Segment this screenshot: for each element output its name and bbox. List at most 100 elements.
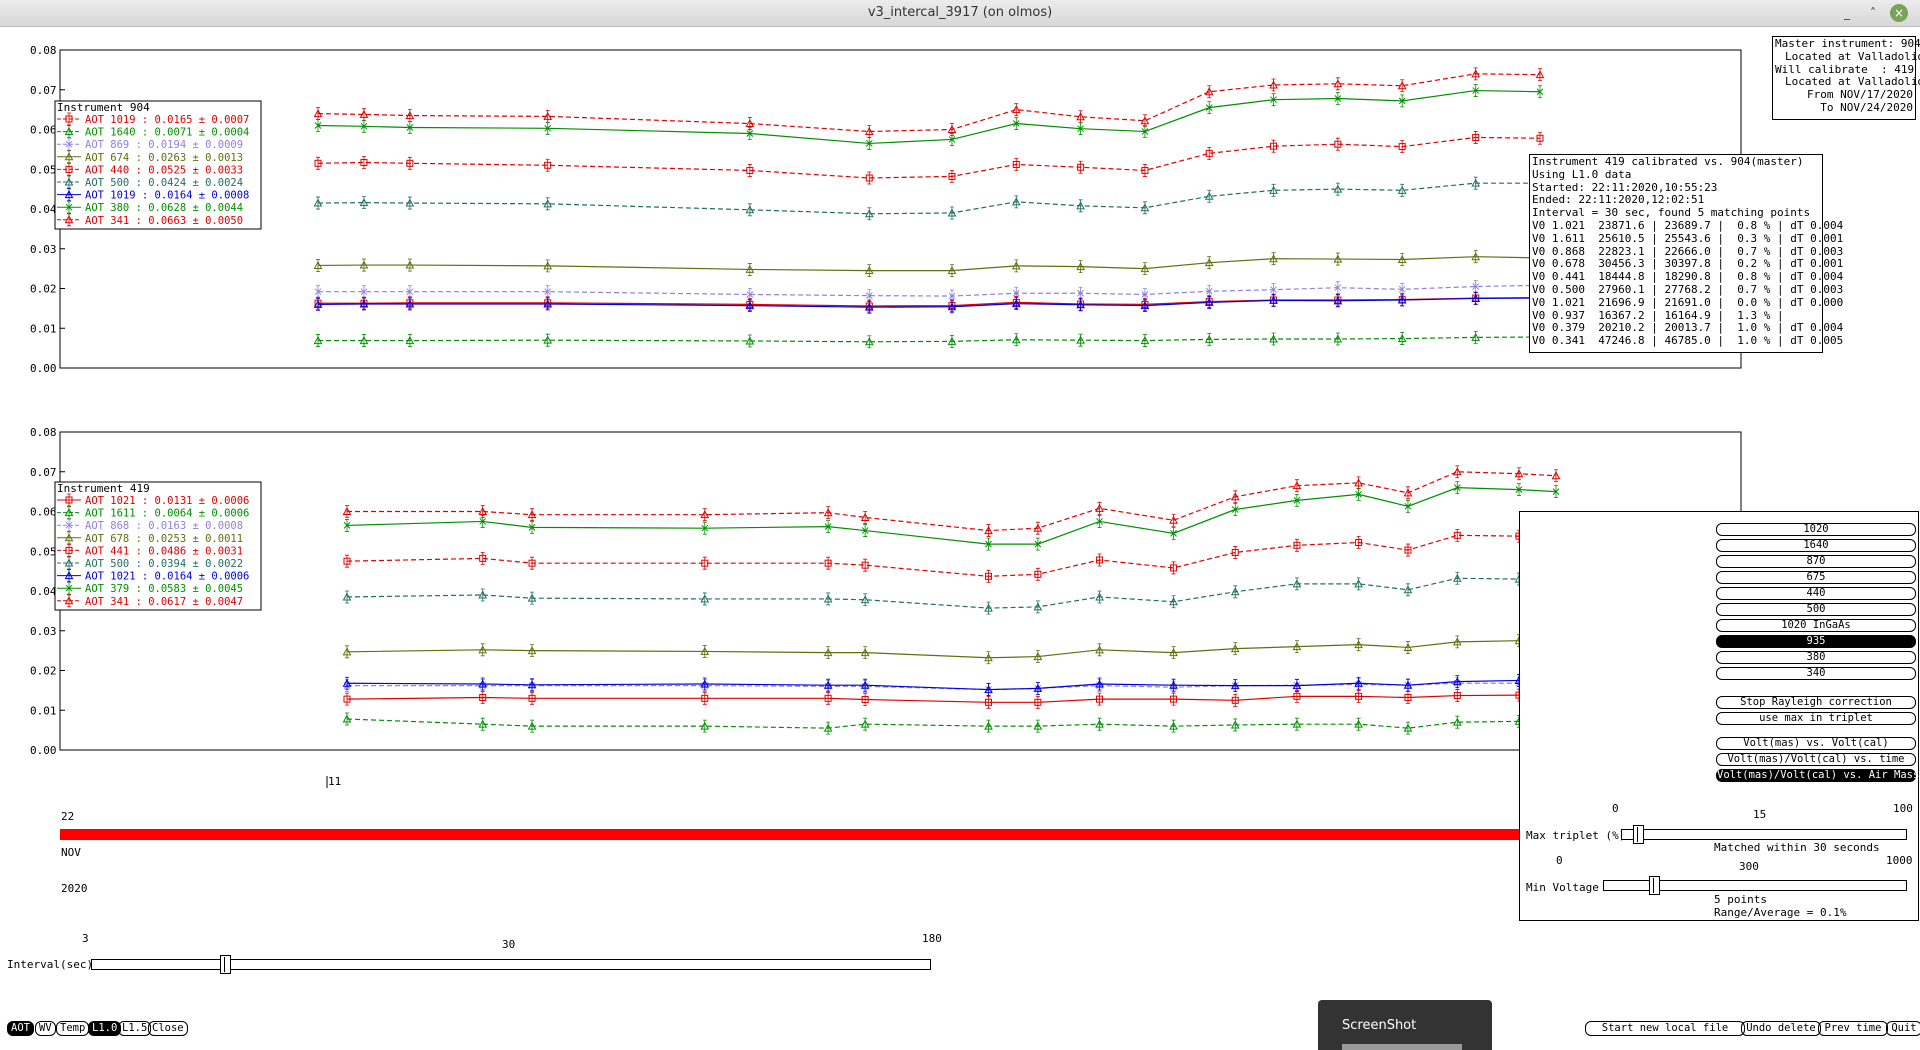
wavelength-button-675[interactable]: 675 (1716, 571, 1916, 584)
legend-entry: AOT 440 : 0.0525 ± 0.0033 (85, 164, 243, 176)
legend-entry: AOT 1019 : 0.0164 ± 0.0008 (85, 190, 249, 202)
date-month: NOV (61, 846, 81, 859)
legend-entry: AOT 1021 : 0.0131 ± 0.0006 (85, 495, 249, 507)
series-aot-341 (313, 67, 1545, 138)
min-voltage-label: Min Voltage (1526, 881, 1599, 894)
date-day: 22 (61, 810, 75, 823)
series-line (346, 487, 1557, 545)
screenshot-popup-label: ScreenShot (1342, 1018, 1417, 1033)
legend-entry: AOT 1640 : 0.0071 ± 0.0004 (85, 127, 249, 139)
min-voltage-tick-max: 1000 (1886, 854, 1913, 867)
interval-tick-180: 180 (922, 932, 942, 945)
date-year: 2020 (61, 882, 88, 895)
series-line (317, 256, 1541, 272)
legend-entry: AOT 678 : 0.0253 ± 0.0011 (85, 533, 243, 545)
legend-entry: AOT 1611 : 0.0064 ± 0.0006 (85, 508, 249, 520)
legend-entry: AOT 341 : 0.0663 ± 0.0050 (85, 215, 243, 227)
max-triplet-note: Matched within 30 seconds (1714, 841, 1880, 854)
plot-frame (59, 49, 1742, 369)
series-line (318, 336, 1541, 343)
max-triplet-slider-thumb[interactable] (1633, 825, 1645, 844)
y-tick-label: 0.07 (30, 466, 57, 479)
series-aot-441 (343, 528, 1560, 583)
y-tick-label: 0.06 (30, 506, 57, 519)
series-aot-440 (314, 131, 1544, 185)
wavelength-button-1640[interactable]: 1640 (1716, 539, 1916, 552)
min-voltage-tick-min: 0 (1556, 854, 1563, 867)
wavelength-button-1020-ingaas[interactable]: 1020 InGaAs (1716, 619, 1916, 632)
calibration-results-box: Instrument 419 calibrated vs. 904(master… (1529, 154, 1844, 353)
mode-button-aot[interactable]: AOT (7, 1021, 34, 1036)
max-triplet-tick-min: 0 (1612, 802, 1619, 815)
action-button-prev-time[interactable]: Prev time (1818, 1021, 1888, 1036)
series-aot-1019 (314, 291, 1544, 313)
mode-button-l15[interactable]: L1.5 (118, 1021, 152, 1036)
series-line (318, 297, 1541, 307)
series-line (346, 718, 1556, 729)
min-voltage-slider-thumb[interactable] (1649, 876, 1661, 895)
wavelength-button-870[interactable]: 870 (1716, 555, 1916, 568)
legend-entry: AOT 379 : 0.0583 ± 0.0045 (85, 583, 243, 595)
legend-entry: AOT 500 : 0.0394 ± 0.0022 (85, 558, 243, 570)
y-tick-label: 0.05 (30, 163, 57, 176)
interval-slider[interactable] (91, 959, 931, 970)
calibration-line: V0 0.500 27960.1 | 27768.2 | 0.7 % | dT … (1532, 282, 1844, 296)
screenshot-popup[interactable]: ScreenShot (1318, 1000, 1492, 1050)
legend-entry: AOT 868 : 0.0163 ± 0.0008 (85, 520, 243, 532)
series-aot-868 (343, 676, 1560, 696)
hour-mark: 11 (328, 775, 342, 788)
interval-slider-thumb[interactable] (220, 955, 232, 974)
mode-button-close[interactable]: Close (148, 1021, 188, 1036)
action-button-undo-delete[interactable]: Undo delete (1741, 1021, 1821, 1036)
y-tick-label: 0.04 (30, 203, 57, 216)
interval-tick-30: 30 (502, 938, 516, 951)
min-voltage-tick-mid: 300 (1739, 860, 1759, 873)
series-aot-674 (313, 250, 1545, 278)
plot-mode-button[interactable]: Volt(mas) vs. Volt(cal) (1716, 737, 1916, 750)
use-max-triplet-button[interactable]: use max in triplet (1716, 712, 1916, 725)
legend-entry: AOT 674 : 0.0263 ± 0.0013 (85, 152, 243, 164)
wavelength-button-440[interactable]: 440 (1716, 587, 1916, 600)
series-aot-1640 (313, 330, 1545, 349)
mode-button-wv[interactable]: WV (35, 1021, 56, 1036)
wavelength-button-340[interactable]: 340 (1716, 667, 1916, 680)
series-line (346, 694, 1556, 703)
wavelength-button-1020[interactable]: 1020 (1716, 523, 1916, 536)
master-info-box: Master instrument: 904 Located at Vallad… (1772, 36, 1920, 120)
plot-mode-button[interactable]: Volt(mas)/Volt(cal) vs. Air Mass (1716, 769, 1919, 782)
legend-entry: AOT 1019 : 0.0165 ± 0.0007 (85, 114, 249, 126)
master-line: To NOV/24/2020 (1820, 100, 1913, 114)
wavelength-button-935[interactable]: 935 (1716, 635, 1916, 648)
action-button-quit[interactable]: Quit (1886, 1021, 1920, 1036)
max-triplet-slider[interactable] (1621, 829, 1907, 840)
mode-button-l10[interactable]: L1.0 (88, 1021, 122, 1036)
points-note: 5 points (1714, 893, 1767, 906)
time-range-bar[interactable] (60, 829, 1520, 840)
y-tick-label: 0.00 (30, 362, 57, 375)
plot-frame (59, 431, 1742, 751)
minimize-button[interactable]: _ (1838, 4, 1856, 22)
wavelength-button-500[interactable]: 500 (1716, 603, 1916, 616)
plot-mode-button[interactable]: Volt(mas)/Volt(cal) vs. time (1716, 753, 1916, 766)
screenshot-popup-item (1342, 1044, 1462, 1050)
series-aot-379 (343, 481, 1560, 551)
maximize-button[interactable]: ˄ (1864, 4, 1882, 22)
close-window-button[interactable]: × (1890, 4, 1908, 22)
legend-title: Instrument 419 (57, 482, 150, 495)
y-tick-label: 0.08 (30, 426, 57, 439)
mode-button-temp[interactable]: Temp (56, 1021, 90, 1036)
series-line (317, 182, 1540, 215)
series-line (318, 284, 1541, 297)
legend-entry: AOT 1021 : 0.0164 ± 0.0006 (85, 571, 249, 583)
wavelength-button-380[interactable]: 380 (1716, 651, 1916, 664)
stop-rayleigh-button[interactable]: Stop Rayleigh correction (1716, 696, 1916, 709)
series-line (317, 73, 1541, 133)
series-aot-500 (313, 176, 1545, 221)
y-tick-label: 0.04 (30, 585, 57, 598)
series-aot-1611 (342, 712, 1561, 735)
master-line: Located at Valladolid (1785, 49, 1920, 63)
action-button-start-new-local-file[interactable]: Start new local file (1585, 1021, 1745, 1036)
window-title: v3_intercal_3917 (on olmos) (867, 5, 1053, 20)
legend-title: Instrument 904 (57, 101, 150, 114)
y-tick-label: 0.08 (30, 44, 57, 57)
